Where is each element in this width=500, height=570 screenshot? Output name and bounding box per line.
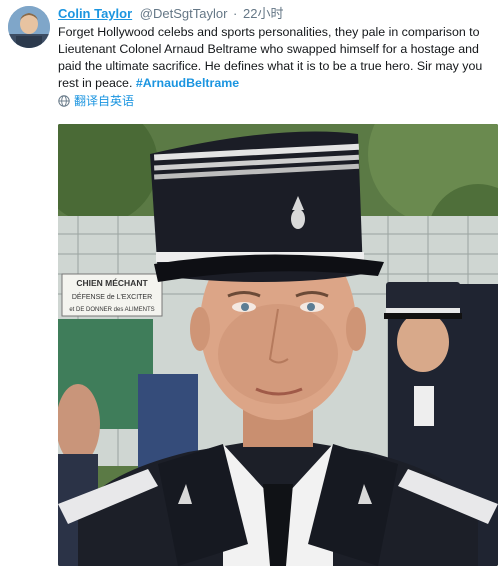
- tweet-header: Colin Taylor @DetSgtTaylor · 22小时: [58, 6, 283, 22]
- separator-dot: ·: [233, 6, 238, 21]
- hashtag-link[interactable]: #ArnaudBeltrame: [136, 76, 239, 90]
- globe-icon: [58, 95, 70, 107]
- sign-line-1: CHIEN MÉCHANT: [76, 278, 148, 288]
- tweet-card: Colin Taylor @DetSgtTaylor · 22小时 Forget…: [0, 0, 500, 570]
- tweet-photo[interactable]: CHIEN MÉCHANT DÉFENSE de L'EXCITER et DE…: [58, 124, 498, 566]
- translate-link[interactable]: 翻译自英语: [58, 93, 134, 109]
- avatar[interactable]: [8, 6, 50, 48]
- officer-portrait-image: CHIEN MÉCHANT DÉFENSE de L'EXCITER et DE…: [58, 124, 498, 566]
- tweet-text: Forget Hollywood celebs and sports perso…: [58, 24, 490, 92]
- sign-line-3: et DE DONNER des ALIMENTS: [69, 307, 154, 313]
- tweet-body: Forget Hollywood celebs and sports perso…: [58, 25, 483, 90]
- timestamp[interactable]: 22小时: [243, 6, 283, 21]
- sign-line-2: DÉFENSE de L'EXCITER: [72, 292, 152, 301]
- translate-label: 翻译自英语: [74, 94, 135, 108]
- author-handle[interactable]: @DetSgtTaylor: [140, 6, 228, 21]
- author-name[interactable]: Colin Taylor: [58, 6, 132, 21]
- avatar-image: [8, 6, 50, 48]
